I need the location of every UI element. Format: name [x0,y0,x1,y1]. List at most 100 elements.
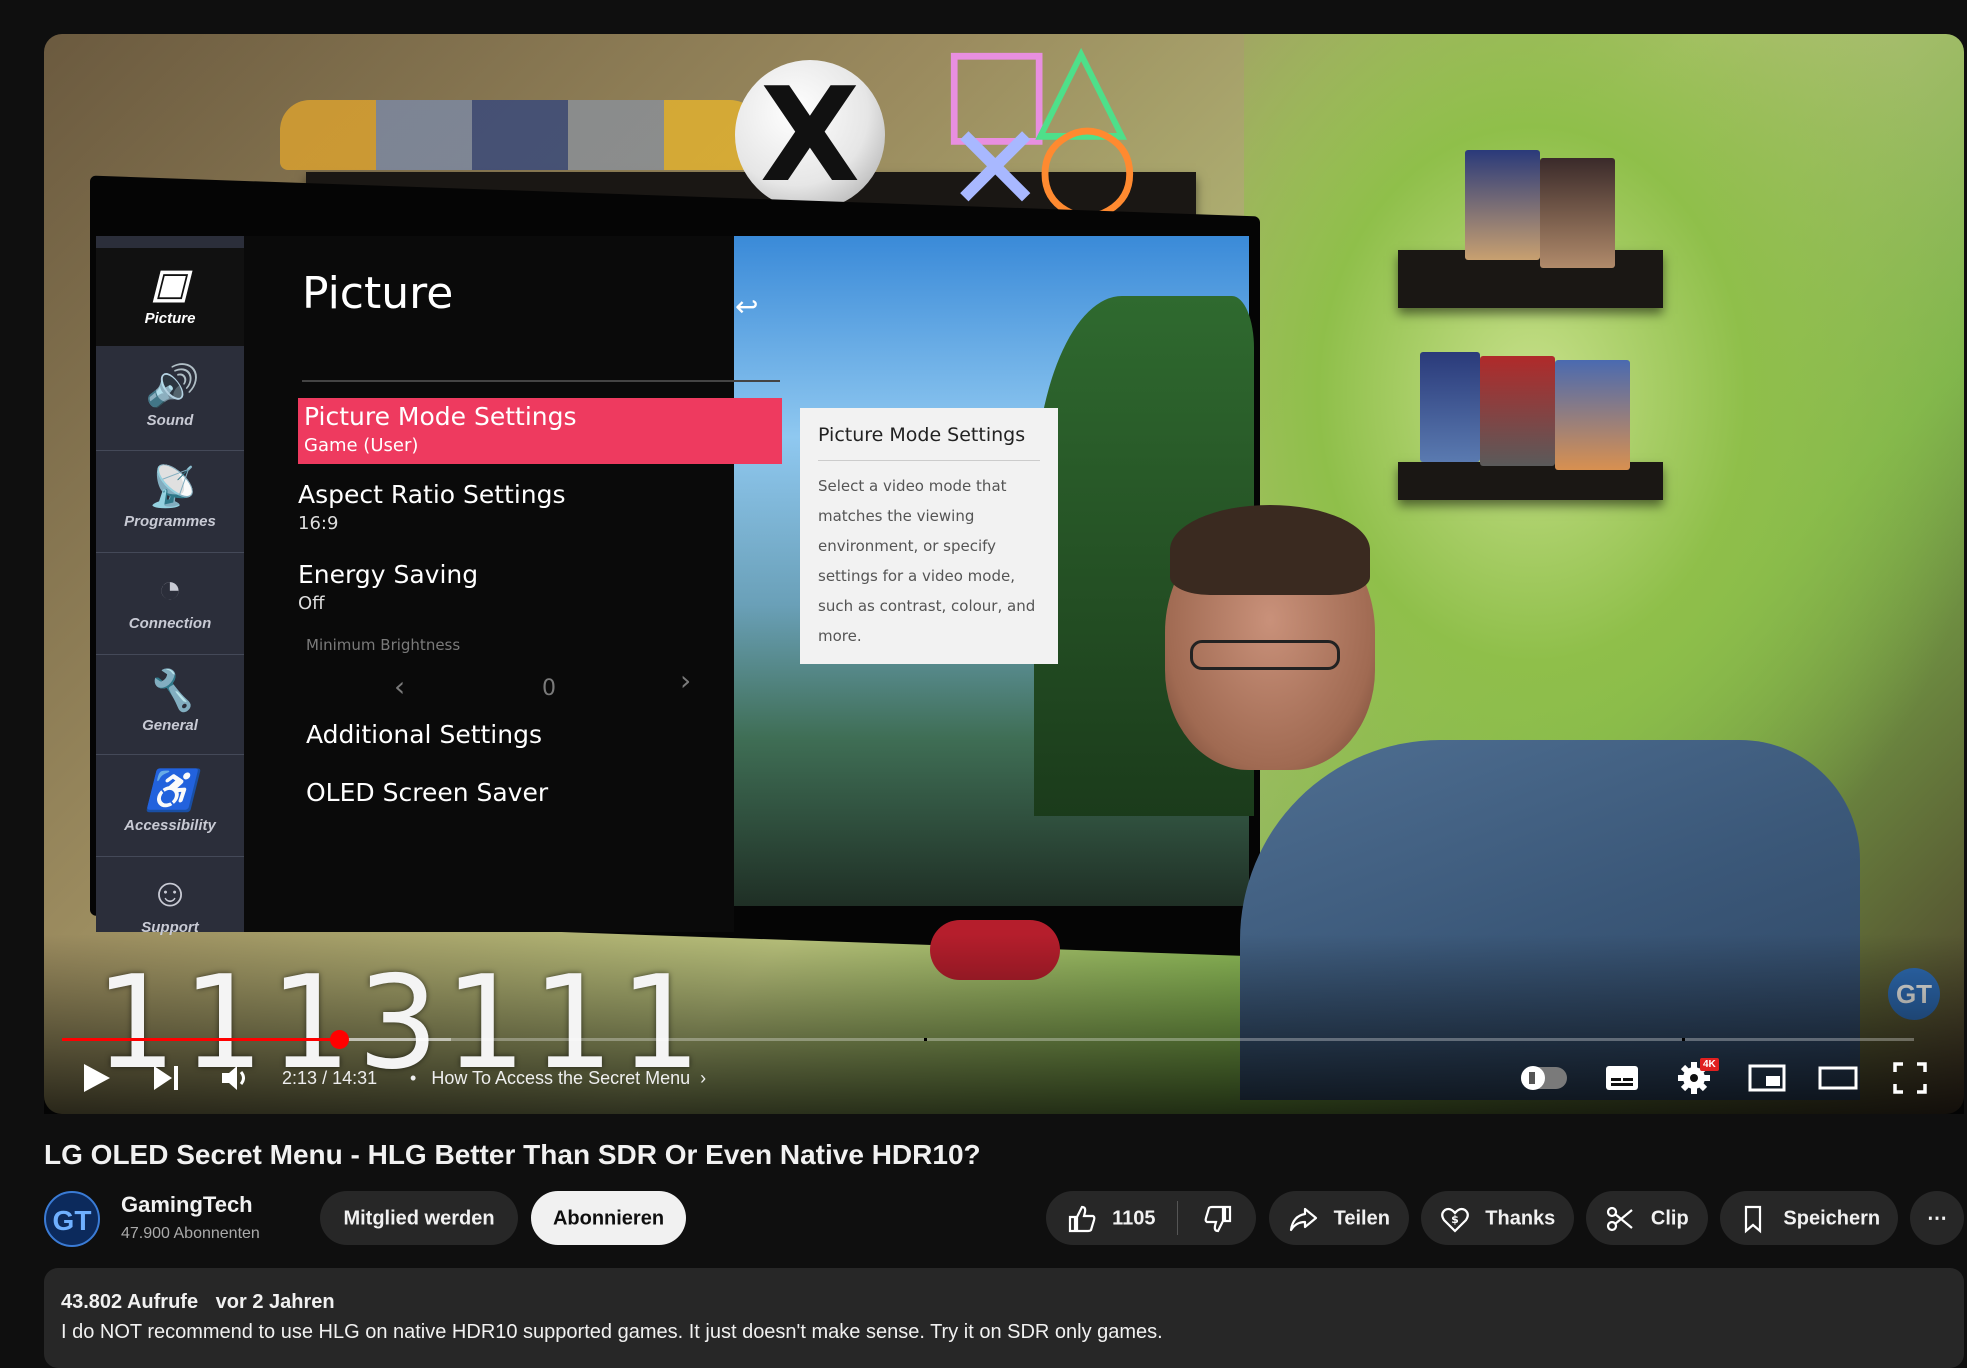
xbox-lamp: X [735,60,885,210]
chevron-right-icon: › [695,1068,707,1088]
toy-cars [280,100,760,170]
clip-label: Clip [1650,1207,1689,1230]
tv-nav-label: Connection [128,615,212,632]
tv-nav-general: 🔧 General [96,654,244,752]
progress-played [62,1038,339,1041]
bullet: • [410,1068,427,1088]
tv-back-icon: ↩ [735,290,759,323]
subscribe-label: Abonnieren [552,1207,665,1230]
thumbs-up-icon [1067,1204,1097,1234]
presenter-hair [1170,505,1370,595]
skip-next-icon [154,1066,178,1090]
tv-nav-sound: 🔊 Sound [96,350,244,448]
tv-menu-title: Picture [302,268,454,319]
tv-menu-item-energy-saving: Energy Saving Off [298,560,782,614]
clip-button[interactable]: Clip [1586,1191,1708,1245]
share-button[interactable]: Teilen [1269,1191,1409,1245]
game-case [1420,352,1480,462]
chapter-marker [924,1038,927,1041]
chapter-marker [1682,1038,1685,1041]
like-count: 1105 [1112,1207,1156,1230]
time-display: 2:13 / 14:31 [282,1065,377,1091]
scissors-icon [1605,1204,1635,1234]
tv-nav-label: Programmes [124,513,216,530]
thumbs-down-icon [1203,1204,1233,1234]
bookmark-icon [1738,1204,1768,1234]
play-icon [84,1064,110,1092]
like-divider [1177,1201,1178,1235]
support-icon: ☺ [149,871,191,915]
heart-dollar-icon: $ [1440,1204,1470,1234]
like-button[interactable]: 1105 [1046,1191,1176,1245]
subscriber-count: 47.900 Abonnenten [121,1225,260,1242]
theater-mode-button[interactable] [1818,1058,1858,1098]
pause-icon [1529,1072,1535,1084]
tv-tooltip-title: Picture Mode Settings [818,424,1040,461]
miniplayer-button[interactable] [1748,1058,1786,1098]
thanks-button[interactable]: $ Thanks [1421,1191,1574,1245]
progress-scrubber[interactable] [329,1030,349,1049]
volume-icon [222,1066,245,1090]
tv-nav-accessibility: ♿ Accessibility [96,754,244,852]
autoplay-toggle[interactable] [1521,1066,1567,1090]
game-case [1555,360,1630,470]
channel-name[interactable]: GamingTech [121,1190,253,1220]
tv-menu-item-additional: Additional Settings [306,720,790,749]
tv-menu-item-value: 16:9 [298,513,339,534]
tv-min-brightness-label: Minimum Brightness [306,636,461,654]
game-case [1480,356,1555,466]
tv-menu-item-title: Aspect Ratio Settings [298,480,566,509]
game-case [1465,150,1540,260]
tv-menu-item-aspect-ratio: Aspect Ratio Settings 16:9 [298,480,782,534]
chevron-left-icon: ‹ [394,670,406,703]
subtitles-button[interactable] [1604,1058,1640,1098]
satellite-icon: 📡 [145,465,195,509]
presenter-glasses [1190,640,1340,670]
svg-text:$: $ [1451,1213,1459,1226]
tv-nav-label: Accessibility [124,817,216,834]
wrench-icon: 🔧 [145,669,195,713]
upload-age: vor 2 Jahren [215,1291,335,1313]
more-actions-button[interactable]: ⋯ [1910,1191,1964,1245]
tv-menu-item-screen-saver: OLED Screen Saver [306,778,790,807]
share-icon [1288,1204,1318,1234]
next-button[interactable] [150,1058,184,1098]
current-time: 2:13 [282,1068,318,1088]
tv-menu-item-value: Off [298,593,325,614]
quality-badge: 4K [1700,1058,1719,1071]
speaker-icon: 🔊 [145,364,195,408]
tv-min-brightness-value: 0 [542,676,556,701]
thanks-label: Thanks [1485,1207,1556,1230]
tv-menu-item-picture-mode: Picture Mode Settings Game (User) [298,398,782,464]
join-label: Mitglied werden [343,1207,495,1230]
dislike-button[interactable] [1180,1191,1256,1245]
picture-icon: ▣ [151,262,189,306]
tv-nav-label: General [142,717,198,734]
fullscreen-icon [1893,1062,1927,1094]
tv-nav-label: Sound [146,412,194,429]
tv-nav-programmes: 📡 Programmes [96,450,244,548]
tv-menu-item-title: Energy Saving [298,560,479,589]
video-title: LG OLED Secret Menu - HLG Better Than SD… [44,1139,981,1170]
chapter-title-button[interactable]: • How To Access the Secret Menu › [410,1065,706,1091]
subtitles-icon [1606,1066,1638,1090]
time-separator: / [322,1068,328,1088]
tv-tooltip-body: Select a video mode that matches the vie… [818,477,1036,645]
chevron-right-icon: › [680,664,692,697]
tv-nav-picture: ▣ Picture [96,248,244,346]
join-button[interactable]: Mitglied werden [320,1191,518,1245]
fullscreen-button[interactable] [1892,1058,1928,1098]
channel-avatar[interactable]: GT [44,1191,100,1247]
subscribe-button[interactable]: Abonnieren [531,1191,686,1245]
progress-bar[interactable] [62,1030,1914,1049]
playstation-circle: ○ [1035,95,1140,234]
tv-nav-label: Picture [144,310,196,327]
tv-menu-item-value: Game (User) [304,435,419,456]
description-text: I do NOT recommend to use HLG on native … [61,1321,1163,1343]
chapter-title: How To Access the Secret Menu [431,1068,691,1088]
volume-button[interactable] [218,1058,252,1098]
duration: 14:31 [332,1068,378,1088]
save-button[interactable]: Speichern [1720,1191,1898,1245]
tv-menu-item-title: Additional Settings [306,720,542,749]
play-button[interactable] [80,1058,114,1098]
